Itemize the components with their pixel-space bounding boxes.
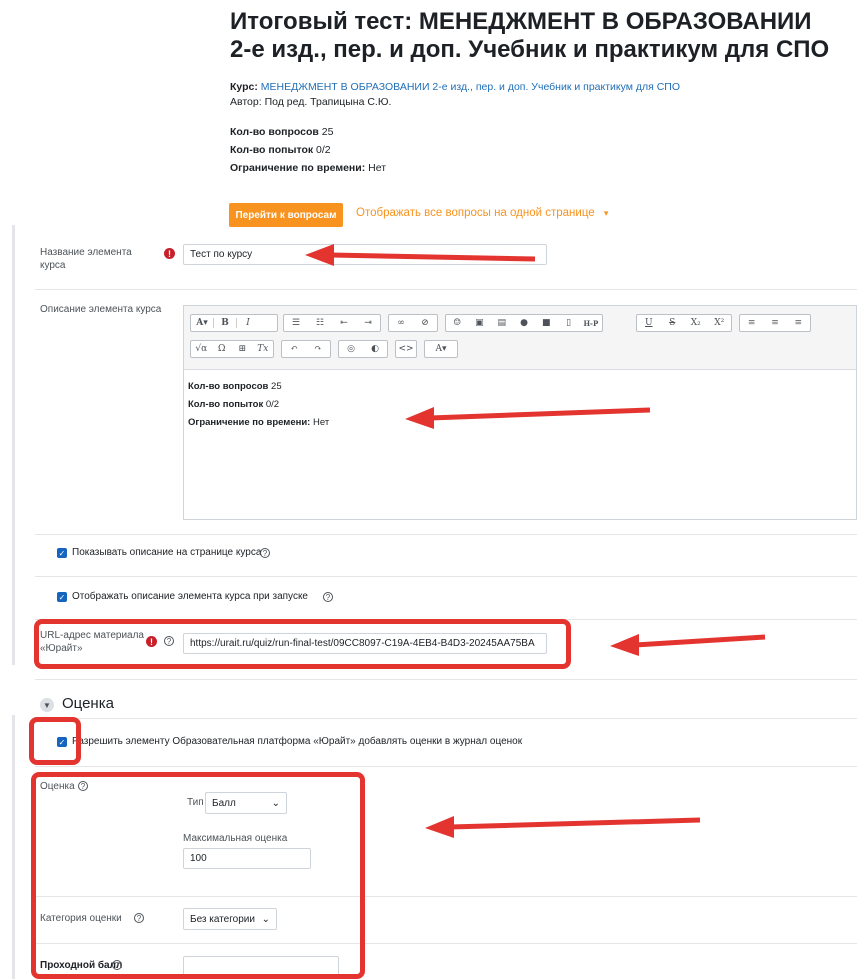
arrow-to-url (610, 634, 766, 656)
arrow-to-name (305, 244, 536, 266)
arrow-to-grade (425, 816, 701, 838)
arrow-to-description (405, 407, 651, 429)
annotation-arrows (305, 244, 766, 838)
